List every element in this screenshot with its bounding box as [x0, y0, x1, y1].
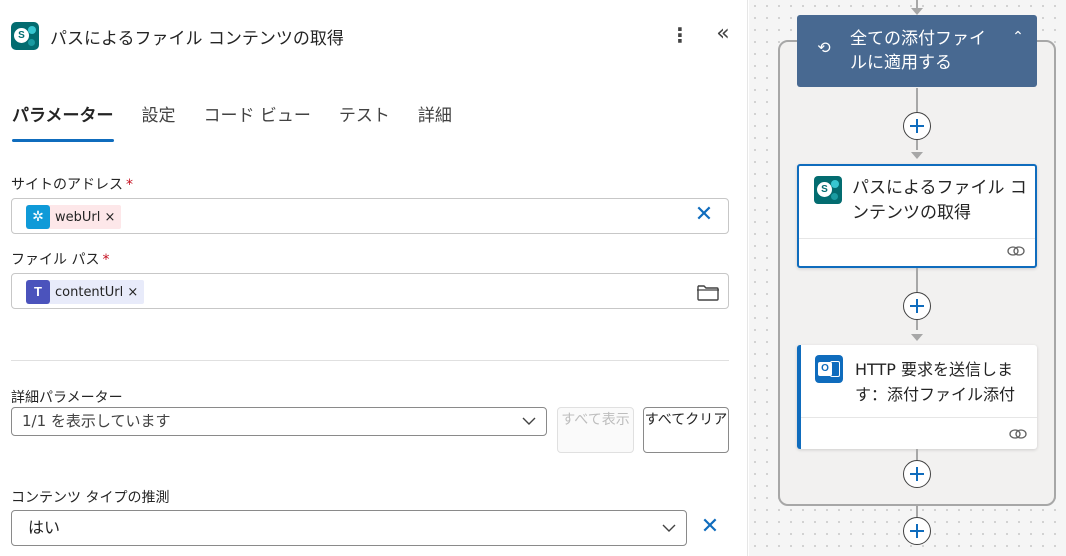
tab-settings[interactable]: 設定 — [142, 100, 176, 140]
get-file-content-card[interactable]: S パスによるファイル コンテンツの取得 — [797, 164, 1037, 268]
more-options-icon[interactable]: ⋮ — [668, 24, 692, 48]
advanced-params-dropdown[interactable]: 1/1 を表示しています — [11, 407, 547, 436]
content-type-label: コンテンツ タイプの推測 — [11, 490, 170, 506]
outlook-logo-icon: O — [815, 355, 843, 383]
sharepoint-logo-icon: S — [814, 176, 842, 204]
tab-code-view[interactable]: コード ビュー — [204, 100, 311, 140]
file-path-input[interactable]: T contentUrl × — [11, 273, 729, 309]
flow-canvas[interactable]: ⟲ 全ての添付ファイルに適用する ⌃ S パスによるファイル コンテンツの取得 … — [749, 0, 1066, 556]
sharepoint-logo-icon: S — [11, 22, 39, 50]
site-address-label-text: サイトのアドレス — [11, 177, 123, 193]
advanced-params-label: 詳細パラメーター — [11, 390, 123, 406]
file-path-label: ファイル パス * — [11, 249, 109, 269]
card-divider — [799, 238, 1035, 239]
weburl-token[interactable]: ✲ webUrl × — [26, 205, 122, 229]
clear-site-address-icon[interactable]: ✕ — [692, 204, 716, 228]
show-all-button[interactable]: すべて表示 — [557, 407, 634, 453]
file-path-label-text: ファイル パス — [11, 252, 100, 268]
tab-bar: パラメーター 設定 コード ビュー テスト 詳細 — [12, 100, 480, 144]
content-type-value: はい — [28, 518, 61, 537]
contenturl-token[interactable]: T contentUrl × — [26, 280, 145, 304]
chevron-up-icon[interactable]: ⌃ — [1009, 29, 1027, 47]
loop-icon: ⟲ — [817, 38, 831, 57]
required-marker: * — [126, 177, 133, 193]
site-address-label: サイトのアドレス * — [11, 174, 133, 194]
section-divider — [11, 360, 729, 361]
contenturl-token-label: contentUrl × — [55, 284, 139, 300]
collapse-panel-icon[interactable]: « — [710, 22, 736, 48]
clear-all-button[interactable]: すべてクリア — [643, 407, 729, 453]
clear-content-type-icon[interactable]: ✕ — [698, 516, 722, 540]
chevron-down-icon — [522, 417, 536, 425]
panel-title: パスによるファイル コンテンツの取得 — [50, 29, 344, 49]
link-icon — [1009, 429, 1027, 439]
link-icon — [1007, 246, 1025, 256]
tab-parameters[interactable]: パラメーター — [12, 100, 114, 142]
web-token-icon: ✲ — [26, 205, 50, 229]
card-title: HTTP 要求を送信します：添付ファイル添付 — [855, 360, 1016, 404]
panel-header: S パスによるファイル コンテンツの取得 ⋮ « — [0, 0, 748, 72]
required-marker: * — [102, 252, 110, 268]
add-action-button[interactable] — [903, 517, 931, 545]
foreach-action-header[interactable]: ⟲ 全ての添付ファイルに適用する ⌃ — [797, 15, 1037, 87]
content-type-dropdown[interactable]: はい — [11, 510, 687, 546]
foreach-title: 全ての添付ファイルに適用する — [850, 29, 986, 73]
teams-token-icon: T — [26, 280, 50, 304]
add-action-button[interactable] — [903, 292, 931, 320]
connector-arrow — [911, 152, 923, 159]
tab-test[interactable]: テスト — [339, 100, 390, 140]
connector-arrow — [911, 334, 923, 341]
card-divider — [801, 417, 1037, 418]
weburl-token-label: webUrl × — [55, 209, 116, 225]
advanced-params-value: 1/1 を表示しています — [22, 412, 171, 430]
folder-browse-icon[interactable] — [696, 282, 720, 302]
add-action-button[interactable] — [903, 112, 931, 140]
tab-details[interactable]: 詳細 — [418, 100, 452, 140]
add-action-button[interactable] — [903, 460, 931, 488]
action-details-panel: S パスによるファイル コンテンツの取得 ⋮ « パラメーター 設定 コード ビ… — [0, 0, 748, 556]
chevron-down-icon — [662, 524, 676, 532]
http-request-card[interactable]: O HTTP 要求を送信します：添付ファイル添付 — [797, 345, 1037, 449]
connector-arrow — [911, 8, 923, 15]
card-title: パスによるファイル コンテンツの取得 — [852, 178, 1027, 223]
site-address-input[interactable]: ✲ webUrl × ✕ — [11, 198, 729, 234]
